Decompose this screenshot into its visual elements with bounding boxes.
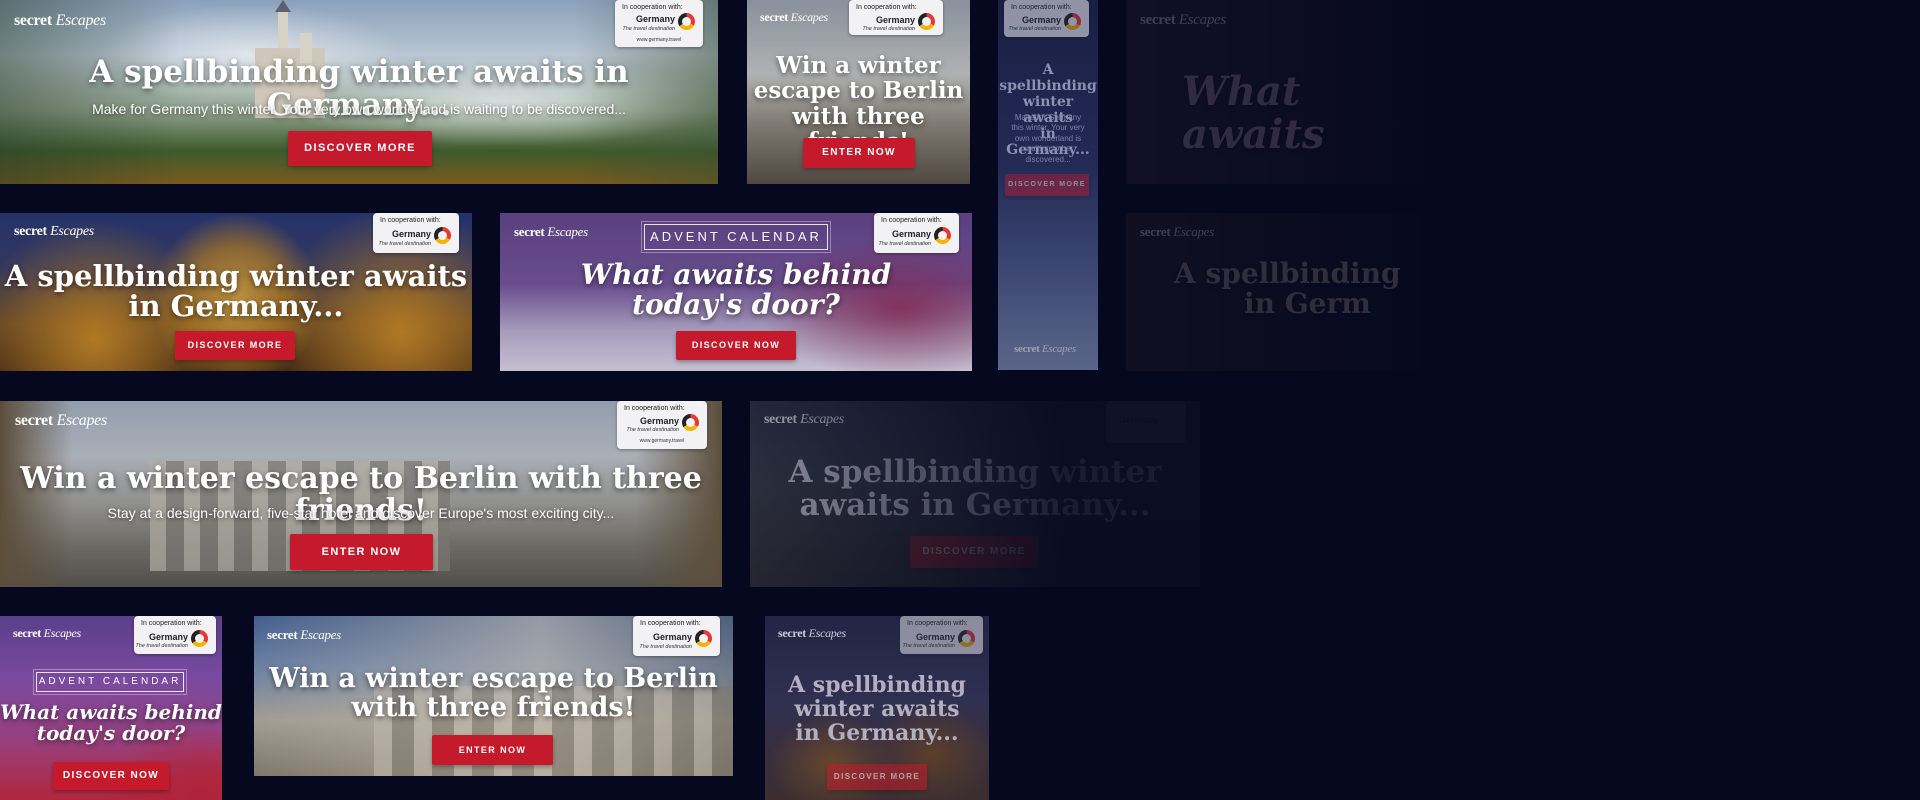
coop-badge: In cooperation with: Germany The travel …	[849, 0, 943, 35]
subheadline: Stay at a design-forward, five-star hote…	[107, 505, 615, 521]
banner-germany-market[interactable]: secret Escapes In cooperation with: Germ…	[0, 213, 472, 371]
discover-now-button[interactable]: DISCOVER NOW	[53, 762, 169, 790]
enter-now-button[interactable]: ENTER NOW	[290, 534, 433, 570]
discover-now-button[interactable]: DISCOVER NOW	[676, 331, 796, 360]
headline: What awaits	[1182, 68, 1325, 159]
brand-logo: secret Escapes	[778, 626, 846, 640]
banner-advent-small[interactable]: secret Escapes In cooperation with: Germ…	[0, 616, 222, 800]
headline: What awaits behind today's door?	[580, 258, 892, 322]
brand-logo: secret Escapes	[1140, 12, 1226, 28]
coop-badge: In cooperation with: Germany The travel …	[615, 0, 703, 47]
brand-logo: secret Escapes	[14, 224, 94, 239]
coop-badge: In cooperation with: Germany The travel …	[373, 213, 459, 253]
brand-logo: secret Escapes	[13, 626, 81, 640]
brand-logo: secret Escapes	[1140, 224, 1214, 239]
subheadline: Make for Germany this winter. Your very …	[1011, 113, 1085, 164]
brand-logo: secret Escapes	[514, 224, 588, 239]
banner-germany-skyscraper[interactable]: In cooperation with: Germany The travel …	[998, 0, 1098, 370]
coop-badge: Germany	[1106, 401, 1186, 443]
banner-germany-castle[interactable]: secret Escapes In cooperation with: Germ…	[0, 0, 718, 184]
advent-calendar-label: ADVENT CALENDAR	[641, 221, 831, 253]
banner-germany-square-faded[interactable]: secret Escapes In cooperation with: Germ…	[765, 616, 989, 800]
brand-logo: secret Escapes	[14, 12, 106, 29]
brand-logo: secret Escapes	[1014, 343, 1076, 355]
coop-badge: In cooperation with: Germany The travel …	[1004, 0, 1089, 37]
enter-now-button[interactable]: ENTER NOW	[432, 735, 553, 765]
headline: Win a winter escape to Berlin with three …	[269, 663, 718, 724]
advent-calendar-label: ADVENT CALENDAR	[33, 669, 187, 695]
banner-berlin-medium[interactable]: secret Escapes In cooperation with: Germ…	[254, 616, 733, 776]
brand-logo: secret Escapes	[764, 412, 844, 427]
brand-logo: secret Escapes	[267, 627, 341, 642]
discover-more-button[interactable]: DISCOVER MORE	[827, 764, 927, 790]
banner-germany-berlin-faded[interactable]: secret Escapes Germany A spellbinding wi…	[750, 401, 1200, 587]
banner-advent-faded[interactable]: secret Escapes What awaits	[1126, 0, 1456, 184]
banner-germany-faded[interactable]: secret Escapes A spellbinding in Germ	[1126, 213, 1456, 371]
coop-badge: In cooperation with: Germany The travel …	[874, 213, 959, 253]
discover-more-button[interactable]: DISCOVER MORE	[175, 331, 295, 360]
headline: A spellbinding in Germ	[1174, 257, 1401, 321]
discover-more-button[interactable]: DISCOVER MORE	[910, 536, 1038, 568]
banner-berlin-wide[interactable]: secret Escapes In cooperation with: Germ…	[0, 401, 722, 587]
discover-more-button[interactable]: DISCOVER MORE	[1005, 174, 1089, 196]
enter-now-button[interactable]: ENTER NOW	[803, 138, 915, 168]
headline: A spellbinding winter awaits in Germany..…	[4, 259, 468, 324]
subheadline: Make for Germany this winter. Your very …	[92, 101, 626, 117]
headline: What awaits behind today's door?	[0, 700, 222, 745]
headline: A spellbinding winter awaits in Germany...	[787, 672, 967, 747]
discover-more-button[interactable]: DISCOVER MORE	[288, 131, 432, 166]
coop-badge: In cooperation with: Germany The travel …	[134, 616, 216, 654]
banner-berlin-square[interactable]: secret Escapes In cooperation with: Germ…	[747, 0, 970, 184]
coop-badge: In cooperation with: Germany The travel …	[900, 616, 983, 654]
banner-advent-calendar[interactable]: secret Escapes In cooperation with: Germ…	[500, 213, 972, 371]
coop-badge: In cooperation with: Germany The travel …	[633, 616, 720, 656]
brand-logo: secret Escapes	[760, 10, 828, 24]
coop-badge: In cooperation with: Germany The travel …	[617, 401, 707, 449]
headline: A spellbinding winter awaits in Germany..…	[788, 454, 1162, 523]
brand-logo: secret Escapes	[15, 412, 107, 429]
